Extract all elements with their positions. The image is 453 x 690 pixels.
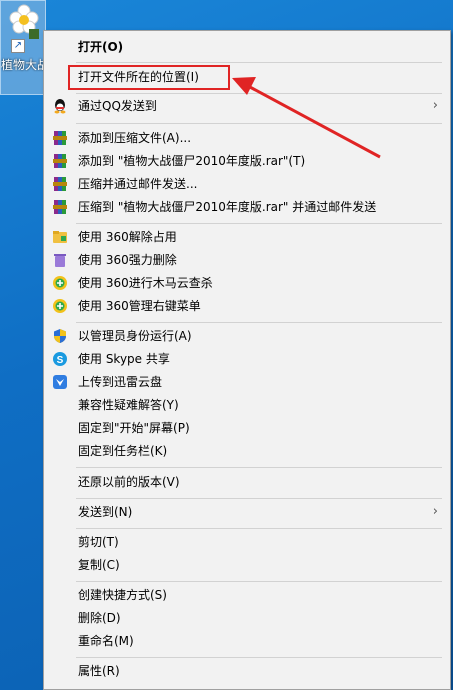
annotation-arrow xyxy=(232,77,381,159)
